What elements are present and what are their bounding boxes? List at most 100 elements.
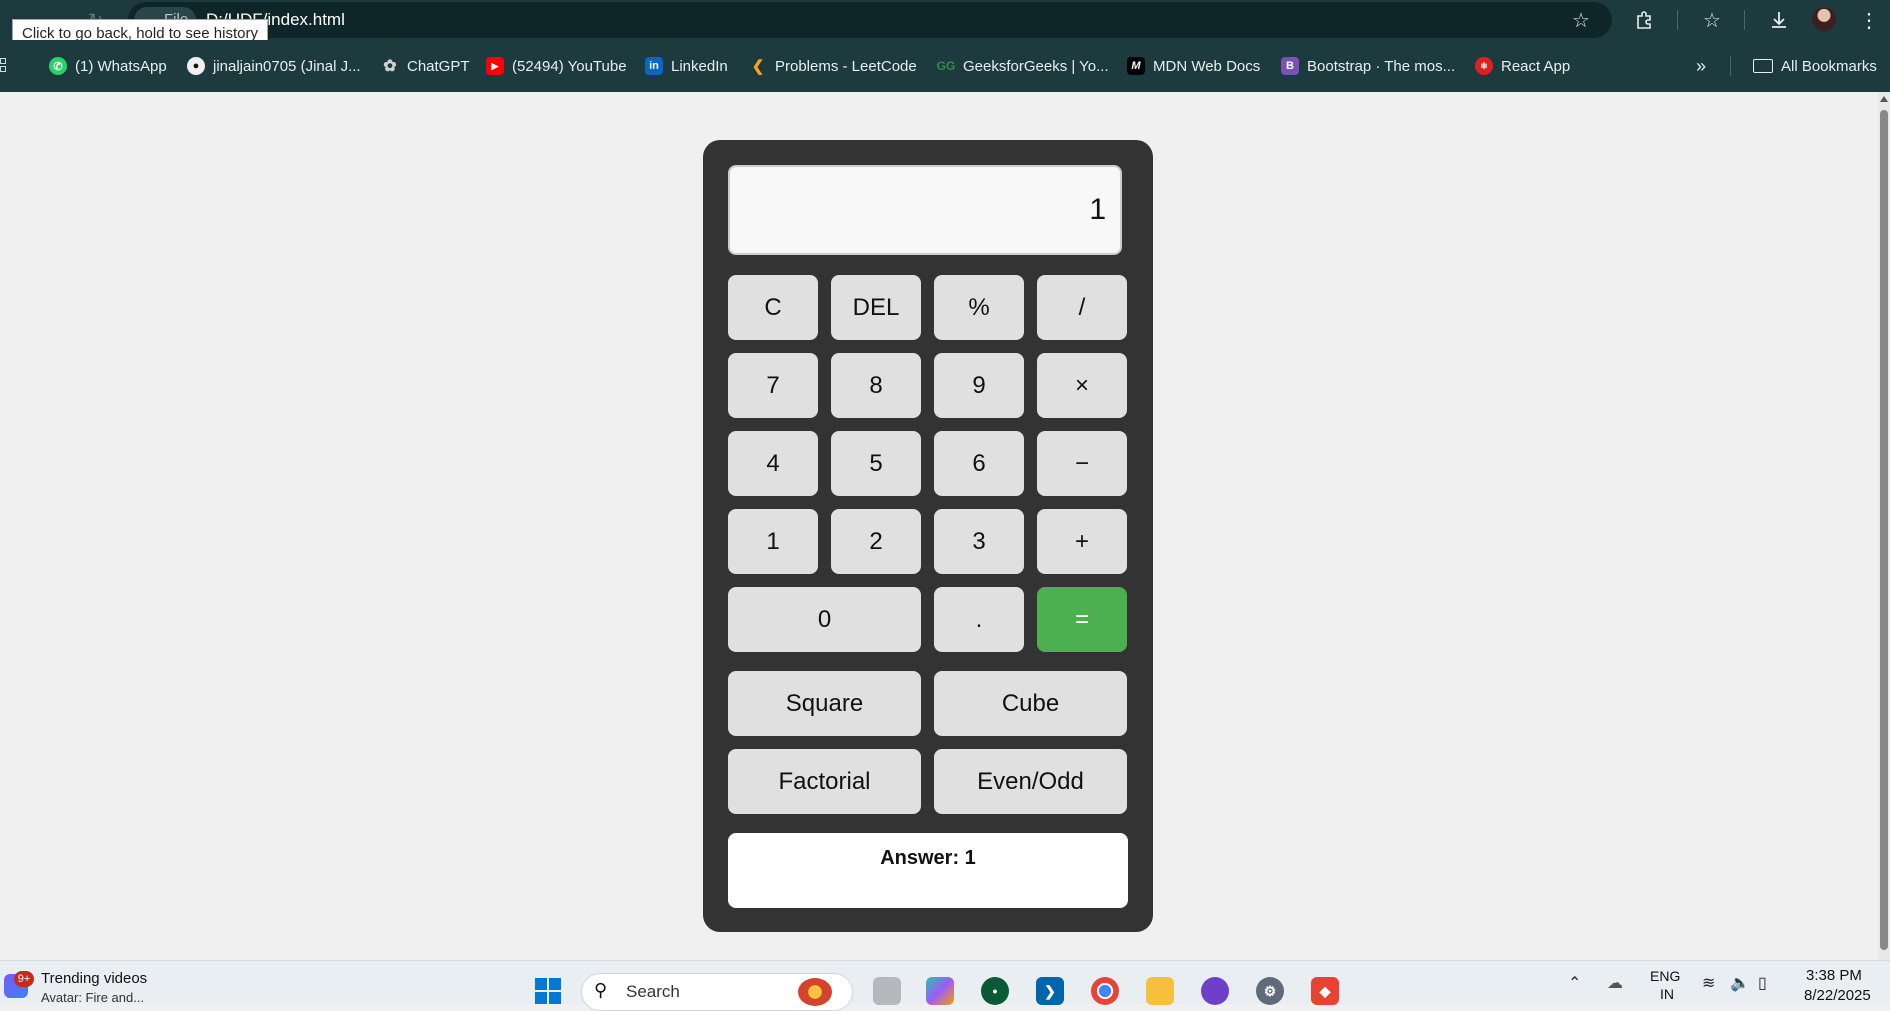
bookmark-label: (52494) YouTube [512, 57, 627, 75]
scroll-up-arrow-icon[interactable] [1880, 96, 1888, 102]
decimal-button[interactable]: . [934, 587, 1024, 652]
leetcode-icon: ❮ [751, 58, 765, 75]
github-icon: ● [187, 57, 205, 75]
answer-box: Answer: 1 [728, 833, 1128, 908]
vscode-icon[interactable]: ❯ [1036, 977, 1064, 1005]
widgets-badge: 9+ [14, 971, 34, 987]
react-icon: ⚛ [1475, 57, 1493, 75]
bookmark-label: React App [1501, 57, 1571, 75]
page-scrollbar[interactable] [1878, 92, 1890, 960]
square-button[interactable]: Square [728, 671, 921, 736]
bookmark-react-app[interactable]: ⚛ React App [1475, 40, 1570, 92]
bookmarks-separator [1730, 56, 1731, 76]
language-indicator[interactable]: ENG [1650, 968, 1680, 984]
digit-4-button[interactable]: 4 [728, 431, 818, 496]
digit-5-button[interactable]: 5 [831, 431, 921, 496]
bookmark-geeksforgeeks[interactable]: GG GeeksforGeeks | Yo... [937, 40, 1109, 92]
profile-avatar[interactable] [1812, 7, 1836, 31]
bookmark-label: ChatGPT [407, 57, 470, 75]
battery-icon[interactable]: ▯ [1758, 973, 1767, 993]
bookmarks-bar: ✆ (1) WhatsApp ● jinaljain0705 (Jinal J.… [0, 40, 1890, 92]
github-desktop-icon[interactable] [1201, 977, 1229, 1005]
search-placeholder: Search [626, 982, 680, 1001]
browser-toolbar: ← → ↻ File D:/UDF/index.html ☆ ☆ ⋮ Click… [0, 0, 1890, 49]
bookmark-label: Problems - LeetCode [775, 57, 917, 75]
clock-time[interactable]: 3:38 PM [1806, 967, 1862, 984]
windows-start-icon[interactable] [534, 977, 562, 1005]
mongodb-compass-icon[interactable]: • [981, 977, 1009, 1005]
bookmark-linkedin[interactable]: in LinkedIn [645, 40, 728, 92]
search-highlight-icon [798, 978, 832, 1006]
digit-0-button[interactable]: 0 [728, 587, 921, 652]
digit-6-button[interactable]: 6 [934, 431, 1024, 496]
language-region: IN [1660, 986, 1674, 1002]
digit-7-button[interactable]: 7 [728, 353, 818, 418]
wifi-icon[interactable]: ≋ [1702, 973, 1715, 993]
anydesk-icon[interactable]: ◆ [1311, 977, 1339, 1005]
whatsapp-icon: ✆ [49, 57, 67, 75]
cube-button[interactable]: Cube [934, 671, 1127, 736]
digit-2-button[interactable]: 2 [831, 509, 921, 574]
digit-1-button[interactable]: 1 [728, 509, 818, 574]
digit-3-button[interactable]: 3 [934, 509, 1024, 574]
bookmark-youtube[interactable]: ▶ (52494) YouTube [486, 40, 627, 92]
bookmark-label: jinaljain0705 (Jinal J... [213, 57, 361, 75]
delete-button[interactable]: DEL [831, 275, 921, 340]
bookmark-bootstrap[interactable]: B Bootstrap · The mos... [1281, 40, 1455, 92]
multiply-button[interactable]: × [1037, 353, 1127, 418]
clear-button[interactable]: C [728, 275, 818, 340]
extensions-icon[interactable] [1632, 7, 1658, 33]
equals-button[interactable]: = [1037, 587, 1127, 652]
volume-icon[interactable]: 🔈 [1730, 973, 1750, 993]
bootstrap-icon: B [1281, 57, 1299, 75]
all-bookmarks-folder[interactable]: All Bookmarks [1753, 40, 1877, 92]
scrollbar-thumb[interactable] [1880, 110, 1888, 950]
add-button[interactable]: + [1037, 509, 1127, 574]
task-view-icon[interactable] [873, 977, 901, 1005]
bookmark-github[interactable]: ● jinaljain0705 (Jinal J... [187, 40, 361, 92]
folder-icon [1753, 59, 1773, 73]
file-explorer-icon[interactable] [1146, 977, 1174, 1005]
chatgpt-icon: ✿ [383, 58, 397, 75]
more-bookmarks-chevron-icon[interactable]: » [1696, 40, 1706, 92]
toolbar-separator [1677, 10, 1678, 30]
subtract-button[interactable]: − [1037, 431, 1127, 496]
bookmark-leetcode[interactable]: ❮ Problems - LeetCode [749, 40, 917, 92]
bookmark-label: (1) WhatsApp [75, 57, 167, 75]
bookmarks-manager-icon[interactable]: ☆ [1699, 7, 1725, 33]
digit-9-button[interactable]: 9 [934, 353, 1024, 418]
bookmark-star-icon[interactable]: ☆ [1568, 7, 1594, 33]
widget-title[interactable]: Trending videos [41, 970, 147, 987]
bookmark-label: LinkedIn [671, 57, 728, 75]
settings-gear-icon[interactable]: ⚙ [1256, 977, 1284, 1005]
bookmark-label: Bootstrap · The mos... [1307, 57, 1456, 75]
bookmark-whatsapp[interactable]: ✆ (1) WhatsApp [49, 40, 167, 92]
calculator: 1 C DEL % / 7 8 9 × 4 5 6 − 1 2 3 + 0 . … [703, 140, 1153, 932]
digit-8-button[interactable]: 8 [831, 353, 921, 418]
geeksforgeeks-icon: GG [936, 59, 956, 73]
search-icon: ⚲ [594, 980, 608, 1000]
linkedin-icon: in [645, 57, 663, 75]
onedrive-cloud-icon[interactable]: ☁ [1607, 973, 1623, 993]
all-bookmarks-label: All Bookmarks [1781, 57, 1877, 75]
youtube-icon: ▶ [486, 57, 504, 75]
divide-button[interactable]: / [1037, 275, 1127, 340]
mdn-icon: M [1127, 57, 1145, 75]
download-icon[interactable] [1766, 7, 1792, 33]
calculator-display: 1 [728, 165, 1122, 255]
even-odd-button[interactable]: Even/Odd [934, 749, 1127, 814]
bookmark-label: MDN Web Docs [1153, 57, 1261, 75]
bookmark-mdn[interactable]: M MDN Web Docs [1127, 40, 1260, 92]
apps-grid-icon[interactable] [0, 58, 10, 74]
copilot-icon[interactable] [926, 977, 954, 1005]
address-bar[interactable]: File D:/UDF/index.html ☆ [128, 2, 1612, 38]
taskbar-search[interactable]: ⚲ Search [581, 973, 853, 1011]
chrome-icon[interactable] [1091, 977, 1119, 1005]
clock-date[interactable]: 8/22/2025 [1804, 987, 1871, 1004]
windows-taskbar: 9+ Trending videos Avatar: Fire and... ⚲… [0, 960, 1890, 1011]
percent-button[interactable]: % [934, 275, 1024, 340]
tray-chevron-up-icon[interactable]: ⌃ [1568, 973, 1581, 993]
factorial-button[interactable]: Factorial [728, 749, 921, 814]
bookmark-chatgpt[interactable]: ✿ ChatGPT [381, 40, 470, 92]
menu-kebab-icon[interactable]: ⋮ [1856, 7, 1882, 33]
